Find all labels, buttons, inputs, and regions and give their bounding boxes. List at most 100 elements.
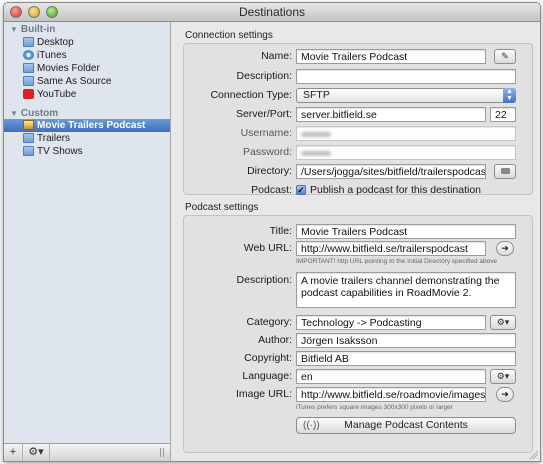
- folder-icon: [500, 168, 510, 174]
- description-field[interactable]: [296, 69, 516, 84]
- sidebar-item-label: YouTube: [37, 89, 77, 100]
- open-web-url-button[interactable]: ➜: [496, 241, 514, 256]
- publish-podcast-checkbox[interactable]: ✓: [296, 185, 306, 195]
- sidebar-item-label: Trailers: [37, 133, 70, 144]
- pencil-icon: ✎: [501, 51, 509, 61]
- connection-type-select[interactable]: SFTP ▲ ▼: [296, 88, 516, 103]
- description-label: Description:: [236, 70, 292, 82]
- itunes-icon: [23, 50, 34, 60]
- name-picker-button[interactable]: ✎: [494, 49, 516, 64]
- podcast-description-label: Description:: [236, 274, 292, 286]
- connection-settings-box: Name: Movie Trailers Podcast ✎ Descripti…: [183, 43, 533, 196]
- image-url-hint: iTunes prefers square images 300x300 pix…: [296, 404, 453, 411]
- close-window-button[interactable]: [10, 6, 22, 18]
- language-label: Language:: [242, 370, 292, 382]
- podcast-title-field[interactable]: Movie Trailers Podcast: [296, 224, 516, 239]
- window-title: Destinations: [238, 5, 306, 19]
- window-resize-handle[interactable]: [528, 449, 538, 459]
- choose-directory-button[interactable]: [494, 164, 516, 179]
- arrow-right-icon: ➜: [501, 389, 509, 399]
- language-menu-button[interactable]: ⚙▾: [490, 369, 516, 384]
- sidebar: ▼ Built-in Desktop iTunes Movies Folder S…: [4, 22, 171, 461]
- sidebar-item-same-as-source[interactable]: Same As Source: [4, 75, 170, 88]
- author-label: Author:: [258, 334, 292, 346]
- port-field[interactable]: 22: [490, 107, 516, 122]
- author-field[interactable]: Jörgen Isaksson: [296, 333, 516, 348]
- sidebar-item-label: TV Shows: [37, 146, 83, 157]
- gear-icon: ⚙▾: [496, 317, 510, 327]
- sidebar-item-youtube[interactable]: YouTube: [4, 88, 170, 101]
- folder-icon: [23, 37, 34, 47]
- sidebar-group-built-in[interactable]: ▼ Built-in: [10, 24, 55, 35]
- category-label: Category:: [246, 316, 292, 328]
- category-field[interactable]: Technology -> Podcasting: [296, 315, 486, 330]
- destinations-window: Destinations ▼ Built-in Desktop iTunes Mo…: [3, 2, 541, 462]
- sidebar-item-desktop[interactable]: Desktop: [4, 36, 170, 49]
- directory-label: Directory:: [247, 165, 292, 177]
- connection-type-label: Connection Type:: [210, 89, 292, 101]
- connection-type-value: SFTP: [303, 89, 330, 101]
- username-field[interactable]: [296, 126, 516, 141]
- directory-field[interactable]: /Users/jogga/sites/bitfield/trailerspodc…: [296, 164, 486, 179]
- add-destination-button[interactable]: +: [4, 444, 23, 461]
- podcast-icon: [23, 120, 34, 130]
- sidebar-item-itunes[interactable]: iTunes: [4, 49, 170, 62]
- image-url-field[interactable]: http://www.bitfield.se/roadmovie/images/…: [296, 387, 486, 402]
- action-menu-button[interactable]: ⚙▾: [23, 444, 50, 461]
- disclosure-triangle-icon[interactable]: ▼: [10, 25, 18, 34]
- server-port-label: Server/Port:: [235, 108, 292, 120]
- name-label: Name:: [261, 50, 292, 62]
- password-field[interactable]: [296, 145, 516, 160]
- manage-podcast-contents-button[interactable]: ((·)) Manage Podcast Contents: [296, 417, 516, 434]
- manage-podcast-contents-label: Manage Podcast Contents: [344, 419, 468, 431]
- title-label: Title:: [269, 225, 292, 237]
- image-url-label: Image URL:: [235, 388, 292, 400]
- connection-section-title: Connection settings: [185, 30, 273, 41]
- folder-icon: [23, 76, 34, 86]
- sidebar-item-trailers[interactable]: Trailers: [4, 132, 170, 145]
- category-menu-button[interactable]: ⚙▾: [490, 315, 516, 330]
- folder-icon: [23, 133, 34, 143]
- copyright-field[interactable]: Bitfield AB: [296, 351, 516, 366]
- zoom-window-button[interactable]: [46, 6, 58, 18]
- podcast-description-field[interactable]: A movie trailers channel demonstrating t…: [296, 272, 516, 308]
- sidebar-group-custom[interactable]: ▼ Custom: [10, 108, 58, 119]
- podcast-label: Podcast:: [251, 184, 292, 196]
- minimize-window-button[interactable]: [28, 6, 40, 18]
- sidebar-footer: + ⚙▾: [4, 443, 170, 461]
- settings-pane: Connection settings Name: Movie Trailers…: [171, 22, 540, 461]
- web-url-label: Web URL:: [243, 242, 292, 254]
- podcast-settings-box: Title: Movie Trailers Podcast Web URL: h…: [183, 215, 533, 453]
- username-label: Username:: [240, 127, 292, 139]
- sidebar-item-label: Same As Source: [37, 76, 112, 87]
- arrow-right-icon: ➜: [501, 243, 509, 253]
- sidebar-item-label: iTunes: [37, 50, 67, 61]
- web-url-hint: IMPORTANT! http URL pointing to the Init…: [296, 258, 498, 265]
- updown-arrows-icon: ▲ ▼: [503, 88, 516, 103]
- name-field[interactable]: Movie Trailers Podcast: [296, 49, 486, 64]
- split-resize-handle[interactable]: [160, 448, 166, 457]
- disclosure-triangle-icon[interactable]: ▼: [10, 109, 18, 118]
- folder-icon: [23, 63, 34, 73]
- copyright-label: Copyright:: [244, 352, 292, 364]
- podcast-icon: ((·)): [303, 420, 320, 431]
- podcast-section-title: Podcast settings: [185, 202, 259, 213]
- folder-icon: [23, 146, 34, 156]
- sidebar-item-tv-shows[interactable]: TV Shows: [4, 145, 170, 158]
- web-url-field[interactable]: http://www.bitfield.se/trailerspodcast: [296, 241, 486, 256]
- gear-icon: ⚙▾: [496, 371, 510, 381]
- publish-podcast-checkbox-label[interactable]: Publish a podcast for this destination: [310, 184, 481, 196]
- open-image-url-button[interactable]: ➜: [496, 387, 514, 402]
- server-field[interactable]: server.bitfield.se: [296, 107, 486, 122]
- password-label: Password:: [242, 146, 292, 158]
- language-field[interactable]: en: [296, 369, 486, 384]
- sidebar-item-label: Desktop: [37, 37, 74, 48]
- sidebar-group-label: Built-in: [20, 24, 56, 35]
- youtube-icon: [23, 89, 34, 99]
- sidebar-item-label: Movies Folder: [37, 63, 100, 74]
- sidebar-item-label: Movie Trailers Podcast: [37, 120, 146, 131]
- sidebar-item-movies-folder[interactable]: Movies Folder: [4, 62, 170, 75]
- sidebar-group-label: Custom: [20, 108, 59, 119]
- sidebar-item-movie-trailers-podcast[interactable]: Movie Trailers Podcast: [4, 119, 170, 132]
- title-bar: Destinations: [4, 3, 540, 22]
